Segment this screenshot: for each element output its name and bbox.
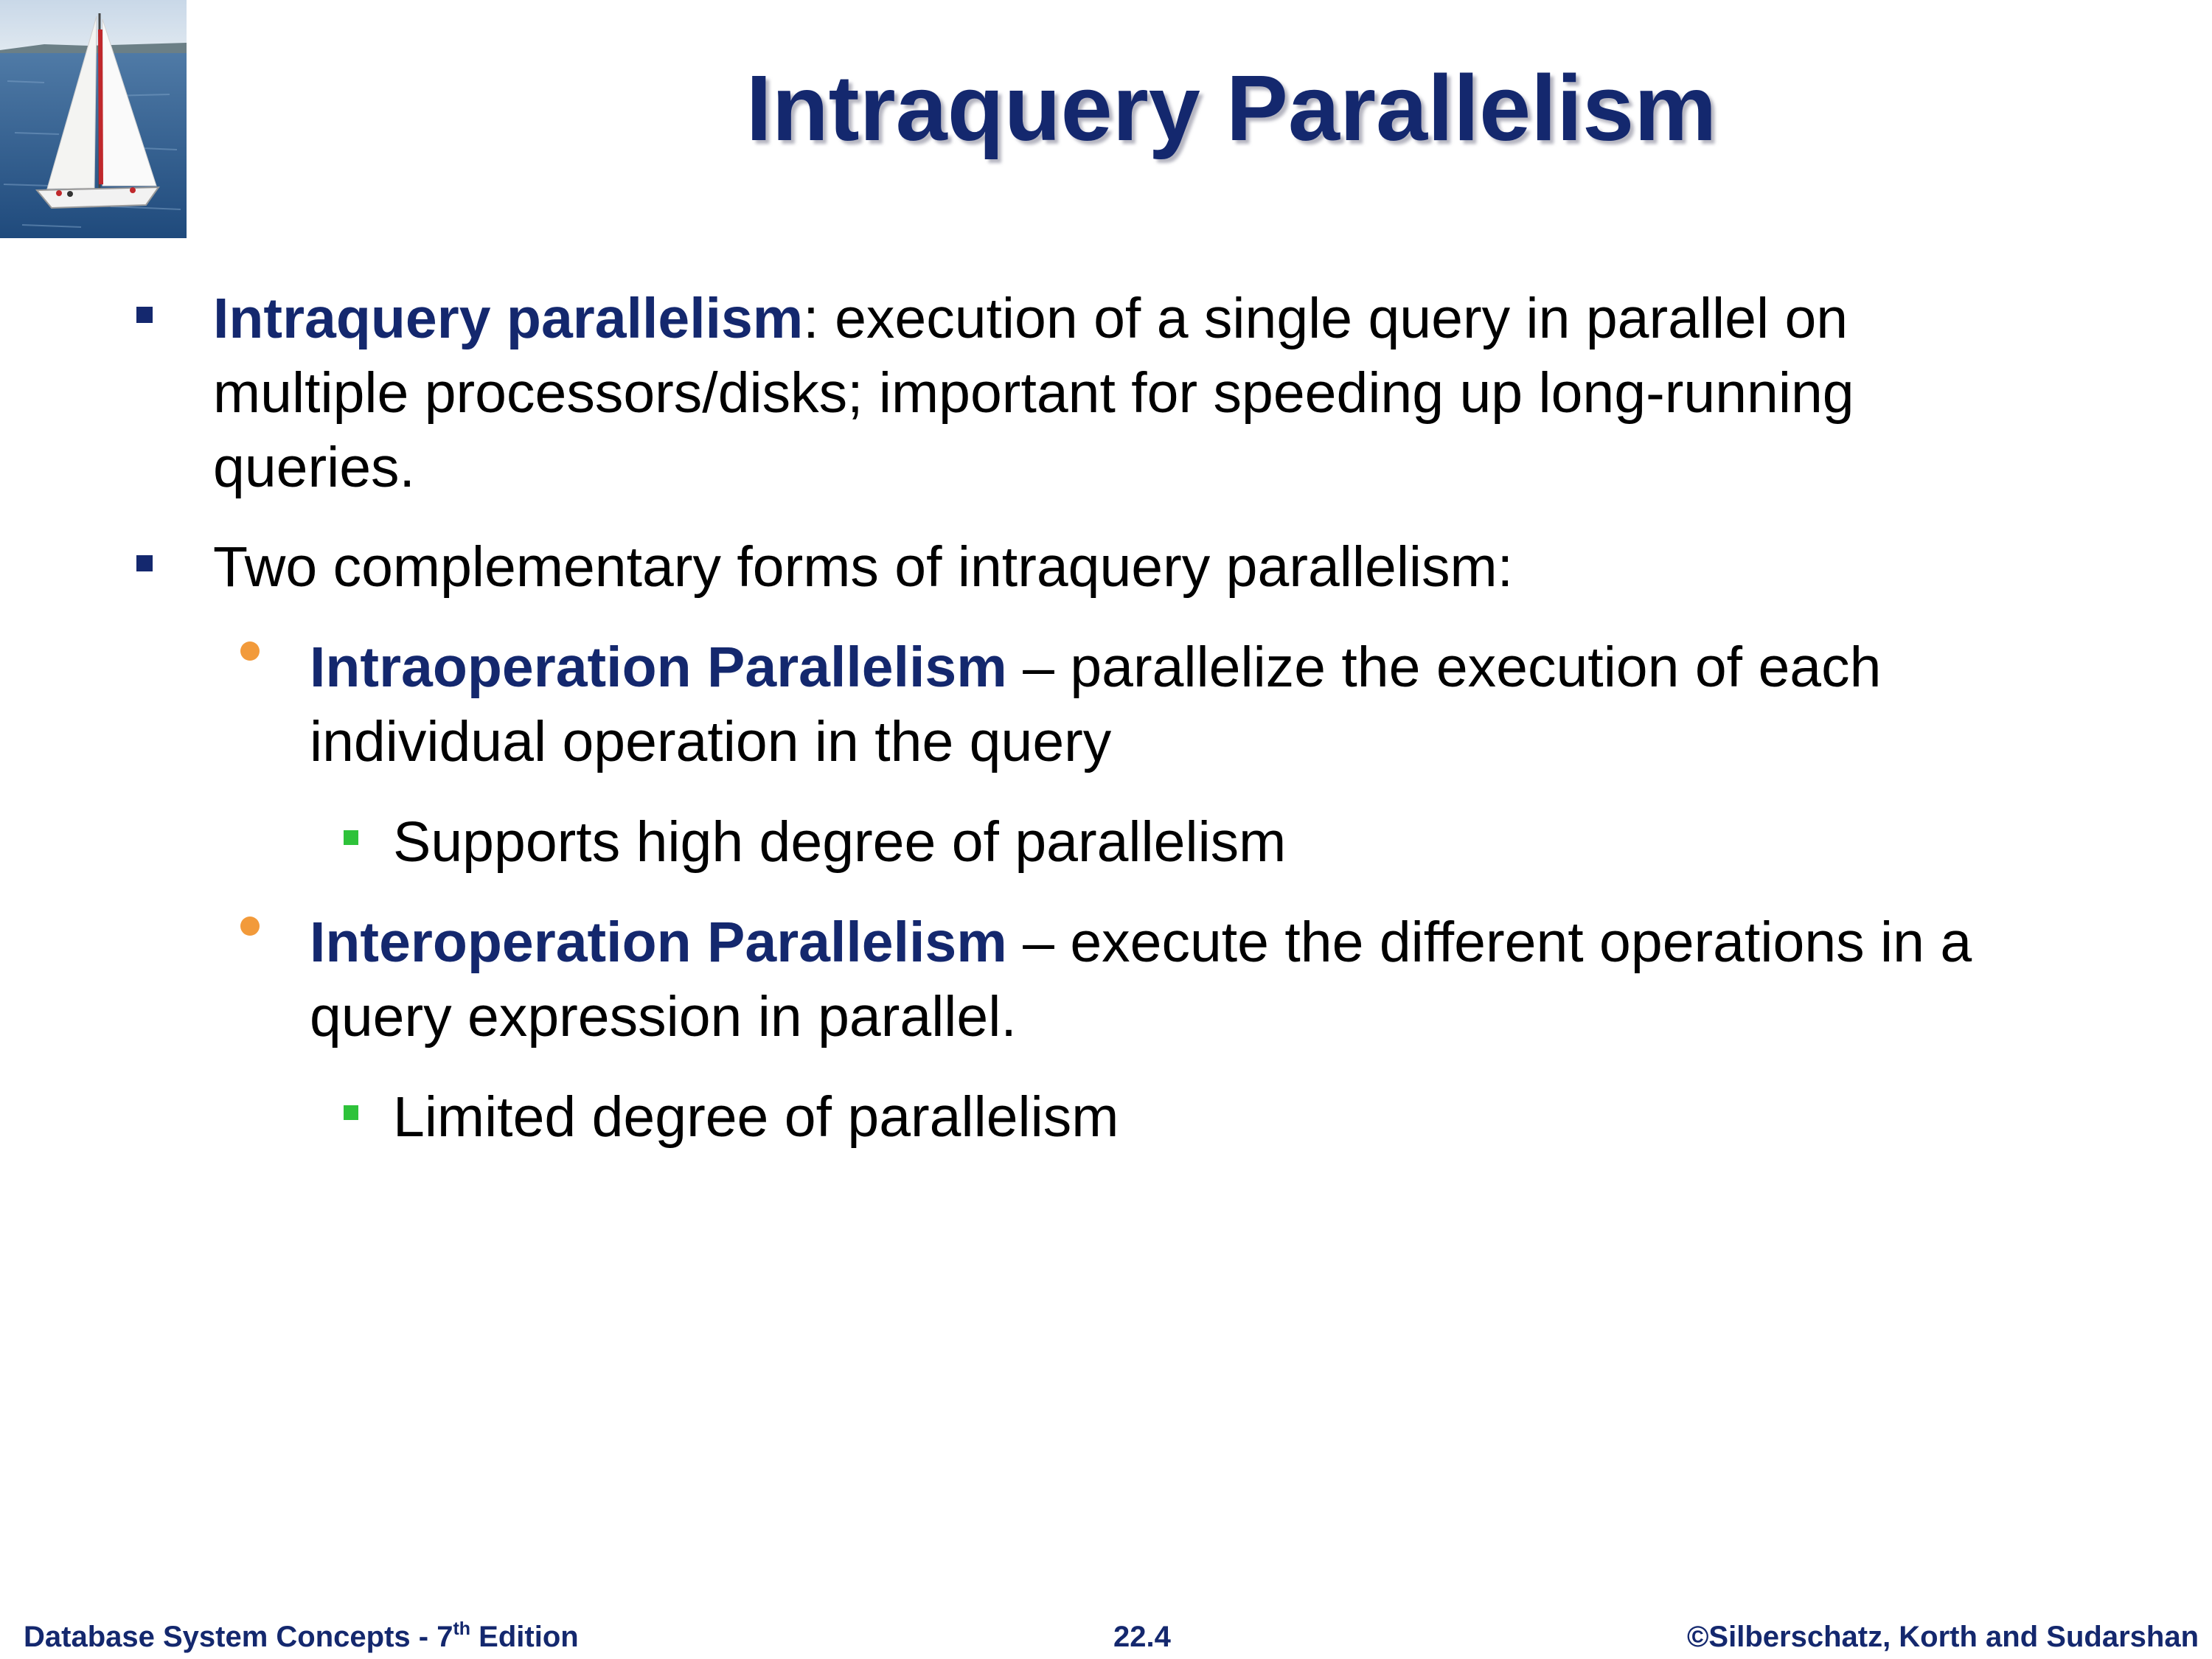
- footer-edition-sup: th: [453, 1618, 471, 1639]
- bullet-text: : execution of a single query in paralle…: [803, 287, 1848, 350]
- square-bullet-icon: [136, 307, 153, 323]
- footer-copyright: ©Silberschatz, Korth and Sudarshan: [1686, 1621, 2199, 1653]
- bullet-text: – parallelize the execution of each: [1006, 636, 1882, 699]
- bullet-line: individual operation in the query: [310, 710, 1112, 773]
- sub-bullet-detail: Limited degree of parallelism: [393, 1085, 1119, 1149]
- green-square-bullet-icon: [344, 1105, 358, 1120]
- square-bullet-icon: [136, 555, 153, 571]
- round-bullet-icon: [240, 641, 260, 661]
- slide-title: Intraquery Parallelism: [745, 56, 1717, 160]
- term-intraquery-parallelism: Intraquery parallelism: [213, 287, 804, 350]
- bullet-line: multiple processors/disks; important for…: [213, 361, 1854, 425]
- footer-book-name: Database System Concepts - 7: [24, 1621, 453, 1653]
- bullet-line: Intraoperation Parallelism – parallelize…: [310, 630, 1881, 705]
- green-square-bullet-icon: [344, 830, 358, 845]
- term-interoperation-parallelism: Interoperation Parallelism: [310, 911, 1007, 974]
- term-intraoperation-parallelism: Intraoperation Parallelism: [310, 636, 1007, 699]
- footer-edition-label: Edition: [470, 1621, 579, 1653]
- sailboat-image: [0, 0, 187, 238]
- bullet-line: Intraquery parallelism: execution of a s…: [213, 281, 1848, 356]
- round-bullet-icon: [240, 917, 260, 936]
- page-number: 22.4: [1113, 1621, 1171, 1653]
- footer-book-title: Database System Concepts - 7th Edition: [24, 1618, 579, 1655]
- sub-bullet-detail: Supports high degree of parallelism: [393, 810, 1287, 874]
- bullet-line: queries.: [213, 436, 415, 499]
- bullet-line: Interoperation Parallelism – execute the…: [310, 905, 1972, 980]
- bullet-line: query expression in parallel.: [310, 985, 1017, 1048]
- bullet-line: Two complementary forms of intraquery pa…: [213, 535, 1514, 599]
- bullet-text: – execute the different operations in a: [1006, 911, 1972, 974]
